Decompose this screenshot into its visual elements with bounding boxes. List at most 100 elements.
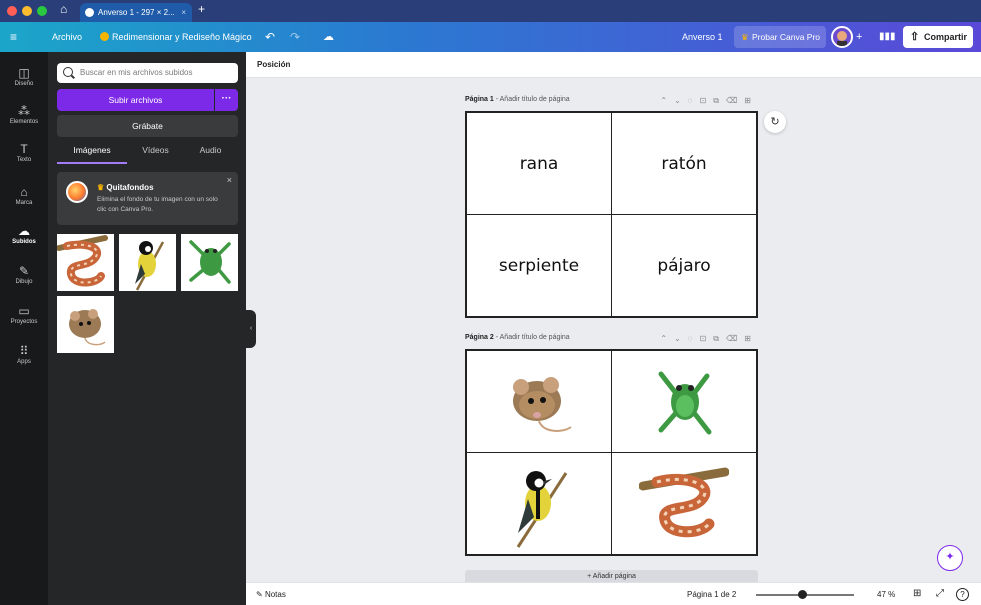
close-icon[interactable]: × bbox=[227, 175, 232, 185]
help-icon[interactable]: ? bbox=[956, 588, 969, 601]
add-page-button[interactable]: + Añadir página bbox=[465, 570, 758, 582]
cell-rana[interactable]: rana bbox=[466, 112, 612, 215]
magic-assistant-icon[interactable]: ✦ bbox=[937, 545, 963, 571]
rail-item-elementos[interactable]: ⁂ Elementos bbox=[0, 98, 48, 136]
home-icon[interactable]: ⌂ bbox=[60, 2, 67, 16]
page-2[interactable] bbox=[465, 349, 758, 556]
brand-icon: ⌂ bbox=[20, 185, 28, 199]
window-zoom-button[interactable] bbox=[37, 6, 47, 16]
upload-thumb-mouse[interactable] bbox=[57, 296, 114, 353]
try-pro-label: Probar Canva Pro bbox=[752, 32, 821, 42]
add-page-icon[interactable]: ⊞ bbox=[744, 96, 758, 105]
undo-icon[interactable]: ↶ bbox=[265, 22, 275, 52]
chevron-up-icon[interactable]: ⌃ bbox=[660, 334, 674, 343]
rail-label: Elementos bbox=[9, 119, 39, 125]
new-tab-button[interactable]: + bbox=[198, 2, 205, 16]
background-remover-icon bbox=[66, 181, 88, 203]
notes-label: Notas bbox=[264, 590, 286, 599]
zoom-slider-handle[interactable] bbox=[797, 590, 807, 599]
crown-icon: ♛ bbox=[97, 183, 105, 192]
fullscreen-icon[interactable]: ⤢ bbox=[936, 588, 944, 599]
bird-image bbox=[516, 470, 568, 548]
invite-plus-button[interactable]: + bbox=[856, 22, 862, 52]
duplicate-icon[interactable]: ⧉ bbox=[713, 96, 726, 105]
document-title[interactable]: Anverso 1 bbox=[682, 22, 723, 52]
add-page-icon[interactable]: ⊞ bbox=[744, 334, 758, 343]
grid-view-icon[interactable]: ⊞ bbox=[913, 588, 921, 599]
promo-description: Elimina el fondo de tu imagen con un sol… bbox=[97, 196, 218, 213]
avatar[interactable] bbox=[831, 26, 853, 48]
hide-icon[interactable]: ◌ bbox=[688, 334, 700, 343]
trash-icon[interactable]: ⌫ bbox=[726, 334, 744, 343]
chevron-up-icon[interactable]: ⌃ bbox=[660, 96, 674, 105]
upload-files-button[interactable]: Subir archivos bbox=[57, 89, 214, 111]
refresh-design-icon[interactable]: ↻ bbox=[764, 111, 786, 133]
page-1-title-input[interactable]: Añadir título de página bbox=[500, 96, 570, 103]
lock-icon[interactable]: ⊡ bbox=[700, 334, 714, 343]
chevron-down-icon[interactable]: ⌄ bbox=[674, 96, 688, 105]
window-close-button[interactable] bbox=[7, 6, 17, 16]
rail-item-texto[interactable]: T Texto bbox=[0, 136, 48, 174]
tab-audio[interactable]: Audio bbox=[183, 145, 238, 163]
rail-item-marca[interactable]: ⌂ Marca bbox=[0, 179, 48, 217]
rail-item-proyectos[interactable]: ▭ Proyectos bbox=[0, 298, 48, 336]
try-pro-button[interactable]: ♛ Probar Canva Pro bbox=[734, 26, 826, 48]
insights-chart-icon[interactable]: ▮▮▮ bbox=[879, 22, 896, 52]
search-placeholder: Buscar en mis archivos subidos bbox=[80, 68, 193, 77]
hamburger-icon[interactable]: ≡ bbox=[10, 22, 17, 52]
upload-thumb-snake[interactable] bbox=[57, 234, 114, 291]
upload-thumb-frog[interactable] bbox=[181, 234, 238, 291]
rail-item-apps[interactable]: ⠿ Apps bbox=[0, 338, 48, 376]
tab-imagenes[interactable]: Imágenes bbox=[57, 145, 127, 163]
canva-favicon-icon bbox=[85, 8, 94, 17]
cloud-sync-icon[interactable]: ☁ bbox=[323, 22, 334, 52]
share-upload-icon: ⇧ bbox=[910, 31, 920, 43]
cell-pajaro[interactable]: pájaro bbox=[611, 214, 757, 317]
redo-icon[interactable]: ↷ bbox=[290, 22, 300, 52]
record-yourself-button[interactable]: Grábate bbox=[57, 115, 238, 137]
collapse-panel-handle[interactable]: ‹ bbox=[246, 310, 256, 348]
cell-snake-image[interactable] bbox=[611, 452, 757, 555]
cell-mouse-image[interactable] bbox=[466, 350, 612, 453]
cell-frog-image[interactable] bbox=[611, 350, 757, 453]
cloud-upload-icon: ☁ bbox=[18, 224, 30, 238]
file-menu-button[interactable]: Archivo bbox=[52, 22, 82, 52]
trash-icon[interactable]: ⌫ bbox=[726, 96, 744, 105]
tab-videos[interactable]: Vídeos bbox=[123, 145, 188, 163]
hide-icon[interactable]: ◌ bbox=[688, 96, 700, 105]
zoom-level[interactable]: 47 % bbox=[877, 590, 895, 599]
avatar-face-icon bbox=[833, 28, 851, 46]
browser-tab[interactable]: Anverso 1 - 297 × 2... × bbox=[80, 3, 192, 22]
resize-button[interactable]: Redimensionar y Rediseño Mágico bbox=[100, 22, 252, 52]
search-input[interactable]: Buscar en mis archivos subidos bbox=[57, 63, 238, 83]
rail-item-subidos[interactable]: ☁ Subidos bbox=[0, 218, 48, 256]
cell-serpiente[interactable]: serpiente bbox=[466, 214, 612, 317]
duplicate-icon[interactable]: ⧉ bbox=[713, 334, 726, 343]
promo-title-text: Quitafondos bbox=[106, 183, 154, 192]
share-button[interactable]: ⇧ Compartir bbox=[903, 26, 973, 48]
lock-icon[interactable]: ⊡ bbox=[700, 96, 714, 105]
window-minimize-button[interactable] bbox=[22, 6, 32, 16]
upload-thumb-bird[interactable] bbox=[119, 234, 176, 291]
background-remover-promo[interactable]: ♛ Quitafondos Elimina el fondo de tu ima… bbox=[57, 172, 238, 225]
notes-button[interactable]: ✎ Notas bbox=[256, 590, 286, 599]
tab-close-icon[interactable]: × bbox=[181, 3, 186, 22]
upload-more-button[interactable]: ··· bbox=[215, 89, 238, 111]
page-1-label: Página 1 bbox=[465, 96, 494, 103]
page-indicator[interactable]: Página 1 de 2 bbox=[687, 590, 736, 599]
rail-item-diseno[interactable]: ◫ Diseño bbox=[0, 60, 48, 98]
position-button[interactable]: Posición bbox=[257, 60, 290, 69]
page-1[interactable]: rana ratón serpiente pájaro bbox=[465, 111, 758, 318]
bottom-bar: ✎ Notas Página 1 de 2 47 % ⊞ ⤢ ? bbox=[246, 582, 981, 605]
chevron-down-icon[interactable]: ⌄ bbox=[674, 334, 688, 343]
frog-image bbox=[181, 234, 238, 291]
cell-bird-image[interactable] bbox=[466, 452, 612, 555]
cell-raton[interactable]: ratón bbox=[611, 112, 757, 215]
rail-item-dibujo[interactable]: ✎ Dibujo bbox=[0, 258, 48, 296]
magic-crown-icon bbox=[100, 32, 109, 41]
context-toolbar: Posición bbox=[246, 52, 981, 78]
tab-title: Anverso 1 - 297 × 2... bbox=[98, 8, 175, 17]
zoom-slider[interactable] bbox=[756, 590, 854, 599]
resize-label: Redimensionar y Rediseño Mágico bbox=[112, 32, 252, 42]
page-2-title-input[interactable]: Añadir título de página bbox=[500, 334, 570, 341]
